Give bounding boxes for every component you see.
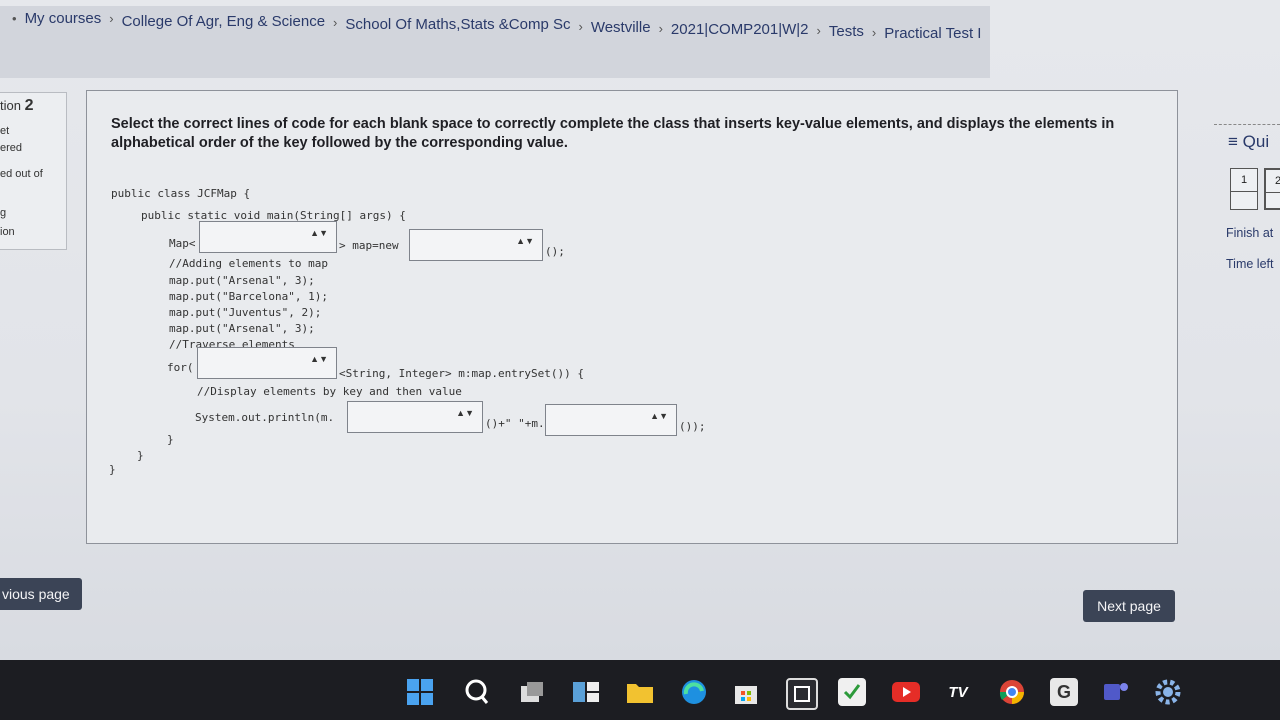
breadcrumb-college[interactable]: College Of Agr, Eng & Science (122, 13, 325, 30)
chevron-right-icon: › (816, 23, 821, 38)
breadcrumb: • My courses › College Of Agr, Eng & Sci… (0, 6, 990, 78)
chevron-right-icon: › (658, 21, 663, 36)
get-key-select[interactable]: ▲▼ (347, 401, 483, 433)
breadcrumb-practical-test[interactable]: Practical Test I (884, 25, 981, 42)
flag-question-icon[interactable]: g (0, 207, 6, 219)
breadcrumb-tests[interactable]: Tests (829, 23, 864, 40)
code-brace: } (137, 449, 144, 462)
search-icon[interactable] (462, 678, 490, 706)
question-box: Select the correct lines of code for eac… (86, 90, 1178, 544)
question-answered: ered (0, 142, 23, 154)
tv-icon[interactable]: TV (944, 678, 972, 706)
chevron-right-icon: › (333, 15, 338, 30)
code-brace: } (109, 463, 116, 476)
time-left-label: Time left (1226, 257, 1274, 271)
select-arrows-icon: ▲▼ (310, 354, 328, 364)
get-value-select[interactable]: ▲▼ (545, 404, 677, 436)
question-text: Select the correct lines of code for eac… (111, 116, 1115, 151)
code-comment: //Display elements by key and then value (197, 385, 462, 398)
breadcrumb-course[interactable]: 2021|COMP201|W|2 (671, 21, 809, 38)
quiz-nav-question-1[interactable]: 1 (1230, 168, 1258, 210)
finish-attempt-link[interactable]: Finish at (1226, 226, 1273, 240)
vernacular-icon[interactable] (838, 678, 866, 706)
code-brace: } (167, 433, 174, 446)
breadcrumb-school[interactable]: School Of Maths,Stats &Comp Sc (345, 16, 570, 33)
menu-icon: ≡ (1228, 132, 1238, 151)
windows-start-icon[interactable] (406, 678, 434, 706)
code-line: ()); (679, 420, 706, 433)
select-arrows-icon: ▲▼ (650, 411, 668, 421)
code-line: System.out.println(m. (195, 411, 335, 424)
entry-type-select[interactable]: ▲▼ (197, 347, 337, 379)
code-line: map.put("Barcelona", 1); (169, 290, 328, 303)
task-view-icon[interactable] (518, 678, 546, 706)
code-line: map.put("Arsenal", 3); (169, 322, 315, 335)
nav-divider (1214, 124, 1280, 125)
question-marks: ed out of (0, 168, 43, 180)
chevron-right-icon: › (109, 11, 114, 26)
code-comment: //Adding elements to map (169, 257, 328, 270)
g-icon[interactable]: G (1050, 678, 1078, 706)
quiz-nav-question-2[interactable]: 2 (1264, 168, 1280, 210)
chrome-icon[interactable] (998, 678, 1026, 706)
widgets-icon[interactable] (572, 678, 600, 706)
map-key-type-select[interactable]: ▲▼ (199, 221, 337, 253)
edge-icon[interactable] (680, 678, 708, 706)
previous-page-button[interactable]: vious page (0, 578, 82, 610)
teams-icon[interactable] (1102, 678, 1130, 706)
taskbar: TV G (0, 660, 1280, 720)
browser-page: • My courses › College Of Agr, Eng & Sci… (0, 0, 1280, 660)
code-line: map.put("Arsenal", 3); (169, 274, 315, 287)
select-arrows-icon: ▲▼ (456, 408, 474, 418)
code-line: > map=new (339, 239, 399, 252)
next-page-button[interactable]: Next page (1083, 590, 1175, 622)
chevron-right-icon: › (871, 25, 877, 40)
map-implementation-select[interactable]: ▲▼ (409, 229, 543, 261)
select-arrows-icon: ▲▼ (516, 236, 534, 246)
question-info-card: tion 2 et ered ed out of g ion (0, 92, 67, 250)
store-icon[interactable] (732, 678, 760, 706)
file-explorer-icon[interactable] (626, 678, 654, 706)
breadcrumb-campus[interactable]: Westville (591, 19, 651, 36)
question-number: tion 2 (0, 97, 34, 114)
chevron-right-icon: › (578, 19, 583, 34)
code-line: for( (167, 361, 194, 374)
youtube-icon[interactable] (892, 678, 920, 706)
code-line: ()+" "+m. (485, 417, 545, 430)
code-line: (); (545, 245, 565, 258)
settings-icon[interactable] (1154, 678, 1182, 706)
app-icon[interactable] (786, 678, 818, 710)
code-line: Map< (169, 237, 196, 250)
select-arrows-icon: ▲▼ (310, 228, 328, 238)
flag-question-label[interactable]: ion (0, 226, 15, 238)
code-line: map.put("Juventus", 2); (169, 306, 322, 319)
question-status: et (0, 125, 10, 137)
code-line: public class JCFMap { (111, 187, 251, 200)
quiz-navigation-heading: ≡ Qui (1228, 132, 1270, 151)
breadcrumb-bullet: • (12, 11, 17, 26)
breadcrumb-my-courses[interactable]: My courses (25, 10, 102, 27)
code-line: <String, Integer> m:map.entrySet()) { (339, 367, 585, 380)
